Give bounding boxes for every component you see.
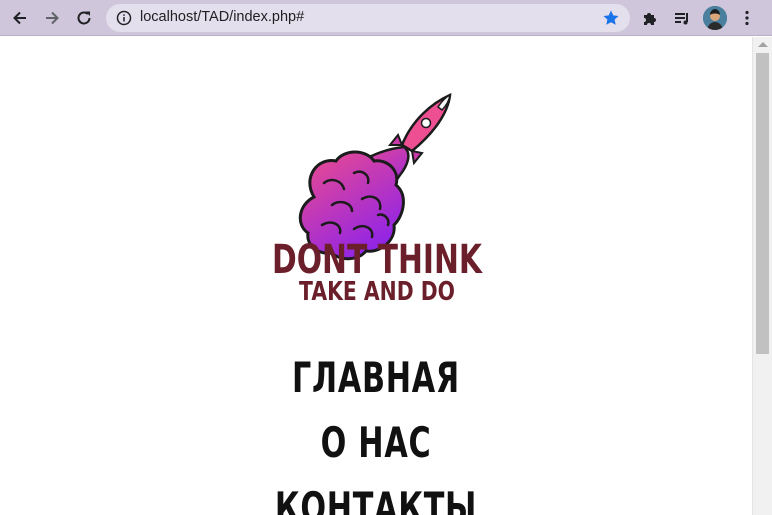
menu-icon [745, 10, 749, 26]
profile-avatar[interactable] [703, 6, 727, 30]
nav-link-about[interactable]: О НАС [268, 410, 484, 475]
extensions-button[interactable] [638, 6, 662, 30]
main-nav: ГЛАВНАЯ О НАС КОНТАКТЫ [226, 345, 526, 515]
scrollbar-thumb[interactable] [756, 53, 769, 354]
reload-button[interactable] [72, 6, 96, 30]
logo-line-2: TAKE AND DO [299, 277, 455, 305]
reload-icon [77, 11, 91, 25]
forward-button[interactable] [40, 6, 64, 30]
browser-toolbar: localhost/TAD/index.php# [0, 0, 772, 36]
page-viewport: DONT THINK TAKE AND DO ГЛАВНАЯ О НАС КОН… [0, 37, 752, 515]
nav-link-contacts[interactable]: КОНТАКТЫ [268, 475, 484, 515]
forward-icon [46, 11, 59, 25]
avatar-icon [703, 6, 727, 30]
back-icon [13, 11, 26, 25]
media-queue-button[interactable] [670, 6, 694, 30]
extensions-icon [644, 13, 656, 25]
vertical-scrollbar[interactable] [752, 37, 772, 515]
info-icon [116, 10, 132, 26]
nav-link-home[interactable]: ГЛАВНАЯ [268, 345, 484, 410]
back-button[interactable] [8, 6, 32, 30]
star-icon[interactable] [602, 9, 620, 27]
url-text: localhost/TAD/index.php# [140, 9, 305, 25]
scroll-up-arrow-icon[interactable] [758, 42, 768, 47]
site-logo: DONT THINK TAKE AND DO [272, 92, 483, 305]
media-queue-icon [675, 13, 688, 25]
address-bar[interactable]: localhost/TAD/index.php# [106, 4, 630, 32]
browser-menu-button[interactable] [735, 6, 759, 30]
